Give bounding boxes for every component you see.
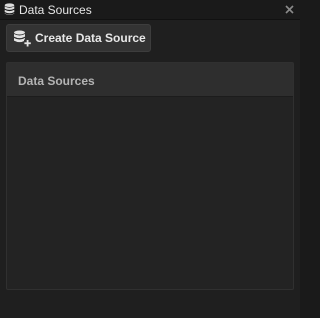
create-data-source-label: Create Data Source: [35, 31, 146, 45]
list-header: Data Sources: [7, 63, 293, 97]
panel-titlebar: Data Sources: [0, 0, 300, 20]
close-icon[interactable]: [283, 2, 296, 16]
data-sources-list: Data Sources: [6, 62, 294, 290]
panel-title: Data Sources: [19, 3, 92, 17]
database-add-icon: [13, 30, 31, 47]
toolbar: Create Data Source: [0, 20, 300, 58]
data-sources-panel: Data Sources Create Data Source Data Sou…: [0, 0, 300, 318]
database-icon: [4, 3, 15, 16]
list-header-label: Data Sources: [18, 74, 95, 88]
create-data-source-button[interactable]: Create Data Source: [6, 24, 151, 52]
list-body: [7, 97, 293, 289]
